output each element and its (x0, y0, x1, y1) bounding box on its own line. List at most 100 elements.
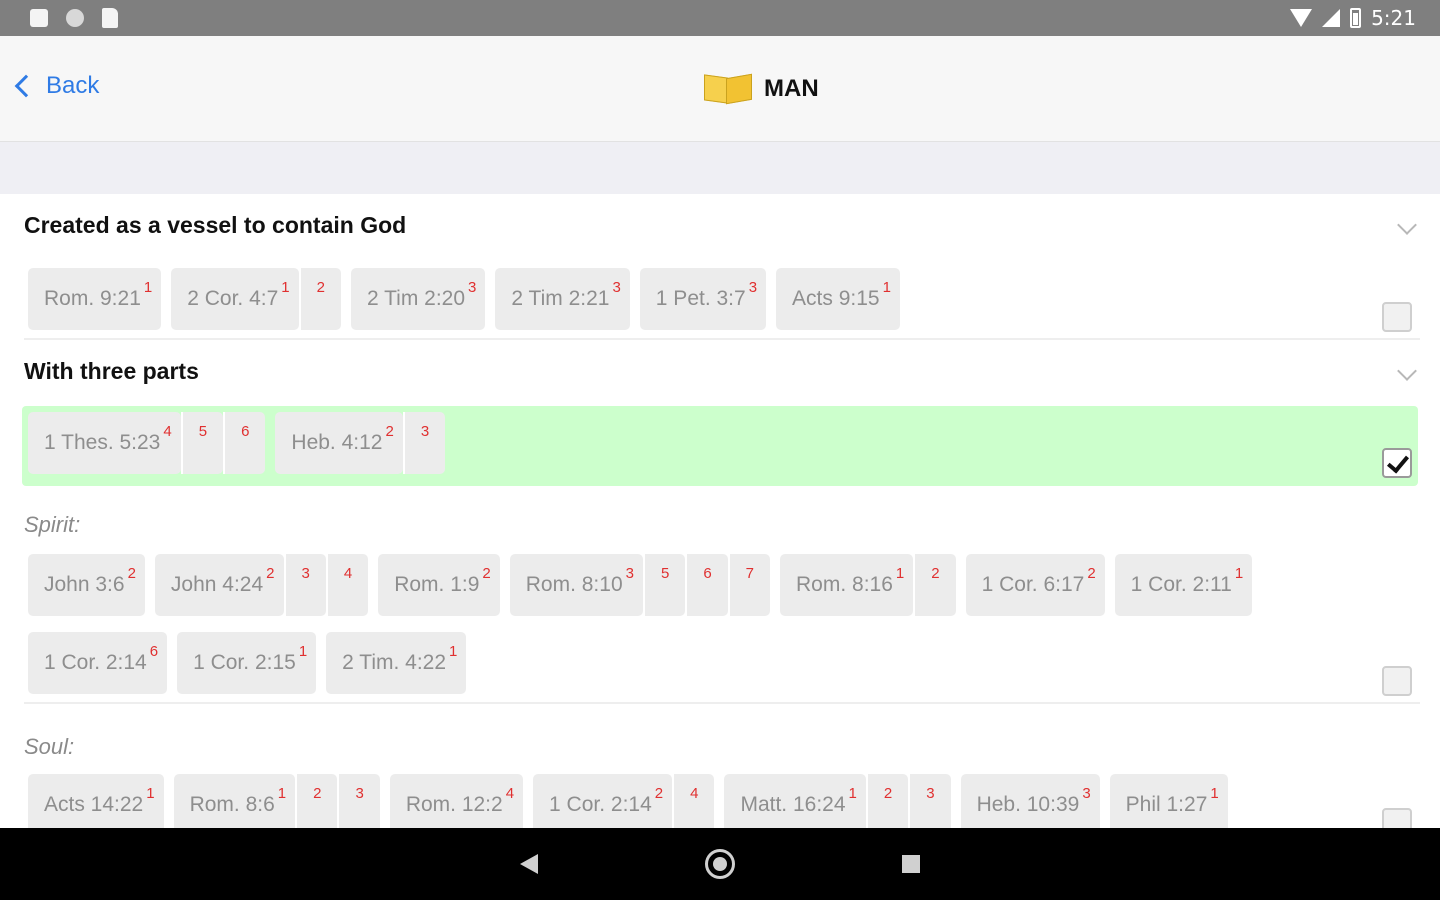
footnote-number[interactable]: 4 (690, 785, 698, 802)
footnote-number[interactable]: 2 (931, 565, 939, 582)
back-triangle-icon[interactable] (520, 854, 538, 874)
footnote-number[interactable]: 1 (896, 565, 904, 582)
footnote-number[interactable]: 2 (128, 565, 136, 582)
verse-chip[interactable]: Heb. 10:39 3 (960, 774, 1100, 828)
verse-ref: 2 Tim. 4:22 (342, 651, 447, 674)
footnote-number[interactable]: 5 (661, 565, 669, 582)
footnote-chip[interactable]: 2 (865, 774, 909, 828)
footnote-chip[interactable]: 3 (908, 774, 951, 828)
footnote-number[interactable]: 1 (299, 643, 307, 660)
footnote-number[interactable]: 1 (449, 643, 457, 660)
footnote-number[interactable]: 4 (163, 423, 171, 440)
verse-chip[interactable]: 1 Cor. 2:14 2 (533, 774, 673, 828)
footnote-number[interactable]: 3 (355, 785, 363, 802)
verse-chip[interactable]: 2 Cor. 4:7 1 (171, 268, 299, 330)
footnote-chip[interactable]: 2 (913, 554, 956, 616)
verse-chip[interactable]: 2 Tim. 4:22 1 (326, 632, 467, 694)
verse-chip[interactable]: Rom. 8:10 3 (509, 554, 643, 616)
home-circle-icon[interactable] (705, 849, 735, 879)
notification-icon (30, 9, 48, 27)
footnote-number[interactable]: 3 (749, 279, 757, 296)
verse-chip[interactable]: 2 Tim 2:21 3 (495, 268, 630, 330)
verse-chip[interactable]: Rom. 8:16 1 (780, 554, 914, 616)
footnote-number[interactable]: 3 (302, 565, 310, 582)
verse-chip[interactable]: 1 Cor. 6:17 2 (965, 554, 1105, 616)
footnote-chip[interactable]: 6 (685, 554, 728, 616)
footnote-number[interactable]: 2 (1087, 565, 1095, 582)
footnote-number[interactable]: 2 (266, 565, 274, 582)
verse-ref: Rom. 8:16 (796, 573, 893, 596)
footnote-chip[interactable]: 3 (402, 412, 446, 474)
footnote-number[interactable]: 5 (199, 423, 207, 440)
verse-chip[interactable]: Rom. 8:6 1 (173, 774, 296, 828)
footnote-number[interactable]: 3 (926, 785, 934, 802)
footnote-chip[interactable]: 2 (295, 774, 338, 828)
footnote-number[interactable]: 1 (144, 279, 152, 296)
footnote-chip[interactable]: 5 (180, 412, 224, 474)
verse-chip[interactable]: Rom. 9:21 1 (28, 268, 162, 330)
section-checkbox[interactable] (1382, 808, 1412, 828)
footnote-number[interactable]: 6 (150, 643, 158, 660)
footnote-chip[interactable]: 3 (337, 774, 380, 828)
verse-chip[interactable]: 1 Thes. 5:23 4 (28, 412, 181, 474)
footnote-number[interactable]: 1 (883, 279, 891, 296)
section-checkbox-checked[interactable] (1382, 448, 1412, 478)
footnote-number[interactable]: 3 (1082, 785, 1090, 802)
footnote-number[interactable]: 7 (746, 565, 754, 582)
verse-chip[interactable]: Acts 14:22 1 (28, 774, 164, 828)
verse-chip[interactable]: 1 Cor. 2:11 1 (1114, 554, 1253, 616)
footnote-number[interactable]: 2 (884, 785, 892, 802)
verse-ref: 1 Cor. 2:11 (1130, 573, 1232, 596)
verse-ref: Rom. 1:9 (394, 573, 480, 596)
chevron-down-icon[interactable] (1397, 361, 1417, 381)
footnote-chip[interactable]: 6 (223, 412, 266, 474)
footnote-number[interactable]: 1 (146, 785, 154, 802)
footnote-number[interactable]: 4 (506, 785, 514, 802)
footnote-number[interactable]: 4 (344, 565, 352, 582)
footnote-chip[interactable]: 5 (642, 554, 686, 616)
footnote-number[interactable]: 1 (281, 279, 289, 296)
footnote-number[interactable]: 6 (703, 565, 711, 582)
footnote-chip[interactable]: 2 (298, 268, 341, 330)
footnote-chip[interactable]: 3 (283, 554, 326, 616)
verse-chip[interactable]: 1 Cor. 2:14 6 (28, 632, 168, 694)
footnote-number[interactable]: 2 (482, 565, 490, 582)
footnote-number[interactable]: 6 (241, 423, 249, 440)
footnote-number[interactable]: 1 (849, 785, 857, 802)
footnote-number[interactable]: 2 (385, 423, 393, 440)
topic-content[interactable]: Created as a vessel to contain God Rom. … (0, 194, 1440, 828)
footnote-number[interactable]: 3 (626, 565, 634, 582)
recent-apps-icon[interactable] (902, 855, 920, 873)
verse-chip[interactable]: 1 Pet. 3:7 3 (639, 268, 767, 330)
verse-chip[interactable]: 2 Tim 2:20 3 (350, 268, 486, 330)
footnote-chip[interactable]: 7 (727, 554, 771, 616)
footnote-number[interactable]: 1 (1210, 785, 1218, 802)
back-button[interactable]: Back (12, 72, 99, 100)
footnote-number[interactable]: 3 (468, 279, 476, 296)
footnote-number[interactable]: 1 (1235, 565, 1243, 582)
footnote-number[interactable]: 2 (317, 279, 325, 296)
section-checkbox[interactable] (1382, 666, 1412, 696)
chevron-down-icon[interactable] (1397, 215, 1417, 235)
verse-chip[interactable]: Phil 1:27 1 (1109, 774, 1228, 828)
verse-chip[interactable]: Rom. 12:2 4 (389, 774, 524, 828)
verse-chip[interactable]: Heb. 4:12 2 (275, 412, 403, 474)
book-icon (702, 72, 754, 106)
verse-chip[interactable]: Acts 9:15 1 (776, 268, 900, 330)
footnote-chip[interactable]: 4 (325, 554, 369, 616)
verse-chip[interactable]: Matt. 16:24 1 (724, 774, 866, 828)
footnote-number[interactable]: 2 (655, 785, 663, 802)
section-checkbox[interactable] (1382, 302, 1412, 332)
verse-chip[interactable]: 1 Cor. 2:15 1 (177, 632, 317, 694)
footnote-number[interactable]: 1 (278, 785, 286, 802)
footnote-number[interactable]: 2 (313, 785, 321, 802)
chevron-left-icon (14, 74, 38, 98)
verse-ref: Heb. 4:12 (291, 431, 383, 454)
verse-chip[interactable]: Rom. 1:9 2 (378, 554, 500, 616)
footnote-number[interactable]: 3 (421, 423, 429, 440)
verse-chip-row: 1 Thes. 5:23 4 5 6 Heb. 4:12 2 3 (28, 412, 455, 474)
footnote-chip[interactable]: 4 (672, 774, 715, 828)
footnote-number[interactable]: 3 (612, 279, 620, 296)
verse-chip[interactable]: John 4:24 2 (154, 554, 284, 616)
verse-chip[interactable]: John 3:6 2 (28, 554, 145, 616)
